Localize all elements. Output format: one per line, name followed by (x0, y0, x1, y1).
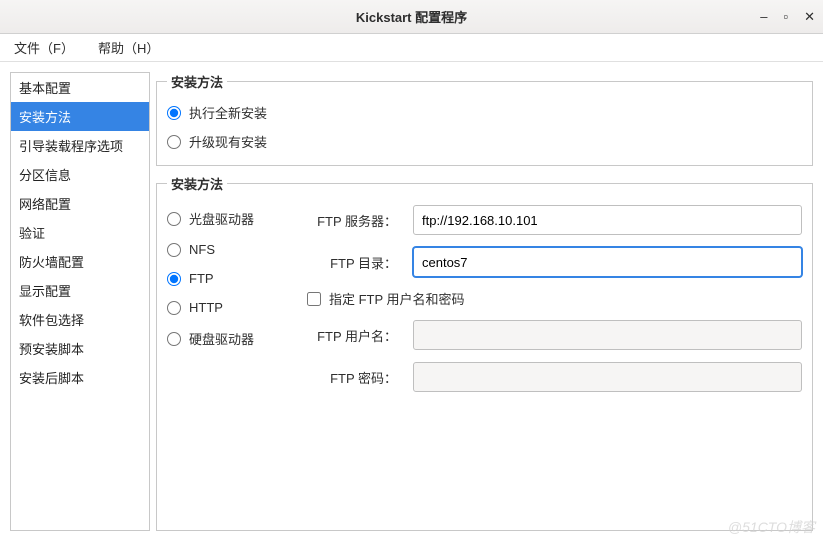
sidebar-item-partition[interactable]: 分区信息 (11, 160, 149, 189)
radio-hdd[interactable]: 硬盘驱动器 (167, 329, 285, 348)
radio-nfs[interactable]: NFS (167, 242, 285, 257)
ftp-server-input[interactable] (413, 205, 802, 235)
window-controls: – ▫ ✕ (760, 9, 815, 25)
sidebar-item-firewall[interactable]: 防火墙配置 (11, 247, 149, 276)
ftp-pass-input (413, 362, 802, 392)
ftp-dir-input[interactable] (413, 247, 802, 277)
install-source-legend: 安装方法 (167, 174, 227, 193)
main-panel: 安装方法 执行全新安装 升级现有安装 安装方法 (156, 72, 813, 531)
radio-fresh-install[interactable]: 执行全新安装 (167, 103, 802, 122)
titlebar: Kickstart 配置程序 – ▫ ✕ (0, 0, 823, 34)
ftp-auth-row[interactable]: 指定 FTP 用户名和密码 (307, 289, 802, 308)
install-source-group: 安装方法 光盘驱动器 NFS FTP HTTP 硬盘驱动器 FTP 服务器： (156, 174, 813, 531)
source-radios: 光盘驱动器 NFS FTP HTTP 硬盘驱动器 (167, 205, 285, 392)
sidebar-item-bootloader[interactable]: 引导装载程序选项 (11, 131, 149, 160)
radio-ftp[interactable]: FTP (167, 271, 285, 286)
sidebar-item-postscript[interactable]: 安装后脚本 (11, 363, 149, 392)
radio-cdrom[interactable]: 光盘驱动器 (167, 209, 285, 228)
sidebar[interactable]: 基本配置 安装方法 引导装载程序选项 分区信息 网络配置 验证 防火墙配置 显示… (10, 72, 150, 531)
ftp-user-label: FTP 用户名： (303, 326, 403, 345)
install-type-legend: 安装方法 (167, 72, 227, 91)
radio-http[interactable]: HTTP (167, 300, 285, 315)
ftp-dir-label: FTP 目录： (303, 253, 403, 272)
menu-file[interactable]: 文件（F） (8, 34, 80, 61)
menu-help[interactable]: 帮助（H） (92, 34, 165, 61)
ftp-fields: FTP 服务器： FTP 目录： 指定 FTP 用户名和密码 FTP 用户名： … (303, 205, 802, 392)
radio-upgrade-input[interactable] (167, 135, 181, 149)
menubar: 文件（F） 帮助（H） (0, 34, 823, 62)
client-area: 基本配置 安装方法 引导装载程序选项 分区信息 网络配置 验证 防火墙配置 显示… (0, 62, 823, 541)
sidebar-item-auth[interactable]: 验证 (11, 218, 149, 247)
sidebar-item-install-method[interactable]: 安装方法 (11, 102, 149, 131)
maximize-button[interactable]: ▫ (783, 9, 788, 25)
minimize-button[interactable]: – (760, 9, 767, 25)
sidebar-item-basic[interactable]: 基本配置 (11, 73, 149, 102)
radio-upgrade-install[interactable]: 升级现有安装 (167, 132, 802, 151)
sidebar-item-prescript[interactable]: 预安装脚本 (11, 334, 149, 363)
ftp-auth-checkbox[interactable] (307, 292, 321, 306)
close-button[interactable]: ✕ (804, 9, 815, 25)
ftp-pass-label: FTP 密码： (303, 368, 403, 387)
sidebar-item-display[interactable]: 显示配置 (11, 276, 149, 305)
app-window: Kickstart 配置程序 – ▫ ✕ 文件（F） 帮助（H） 基本配置 安装… (0, 0, 823, 541)
install-type-group: 安装方法 执行全新安装 升级现有安装 (156, 72, 813, 166)
ftp-user-input (413, 320, 802, 350)
window-title: Kickstart 配置程序 (356, 7, 467, 26)
sidebar-item-network[interactable]: 网络配置 (11, 189, 149, 218)
sidebar-item-packages[interactable]: 软件包选择 (11, 305, 149, 334)
radio-fresh-input[interactable] (167, 106, 181, 120)
ftp-server-label: FTP 服务器： (303, 211, 403, 230)
